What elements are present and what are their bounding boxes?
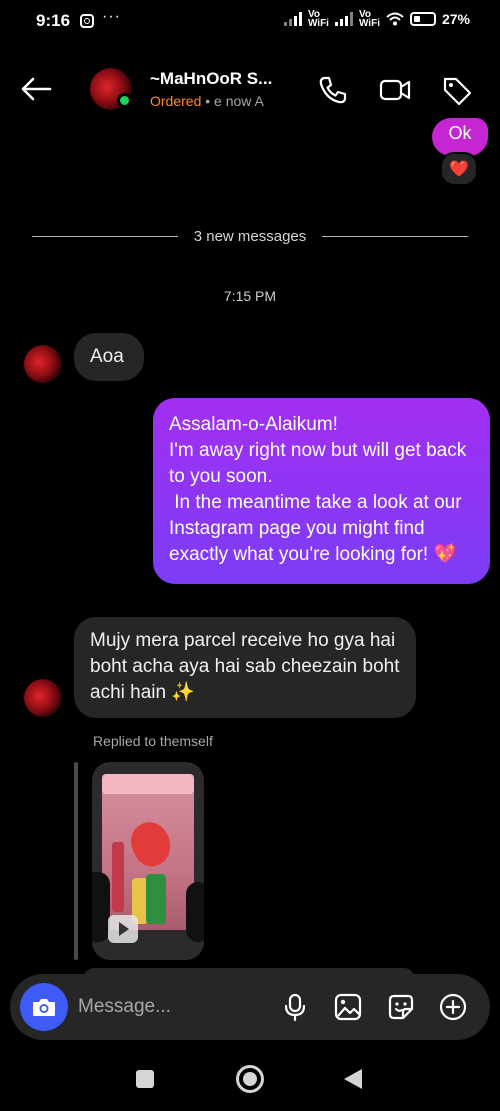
status-indicators: Vo WiFi Vo WiFi 27% <box>283 9 470 29</box>
add-plus-icon[interactable] <box>438 992 468 1022</box>
replied-to-label: Replied to themself <box>93 733 213 749</box>
system-navigation-bar <box>0 1050 500 1111</box>
recent-apps-button[interactable] <box>136 1070 154 1088</box>
thumbnail-tube <box>146 874 166 924</box>
received-message-bubble[interactable]: Aoa <box>74 333 144 381</box>
play-video-icon[interactable] <box>108 915 138 943</box>
chat-header: ~MaHnOoR S... Ordered • e now A <box>0 50 500 130</box>
home-button[interactable] <box>236 1065 264 1093</box>
contact-name[interactable]: ~MaHnOoR S... <box>150 69 272 89</box>
new-messages-label: 3 new messages <box>193 227 307 245</box>
vowifi-label: Vo WiFi <box>358 9 380 29</box>
contact-status: Ordered • e now A <box>150 93 264 109</box>
signal-icon <box>283 12 302 26</box>
active-status: • e now A <box>201 93 264 109</box>
heart-reaction[interactable]: ❤️ <box>440 152 478 186</box>
back-arrow-icon[interactable] <box>18 74 54 104</box>
reply-indicator-bar <box>74 762 78 960</box>
camera-icon <box>33 999 55 1016</box>
sender-avatar[interactable] <box>24 679 62 717</box>
gallery-icon[interactable] <box>333 992 363 1022</box>
battery-icon <box>409 12 436 26</box>
ordered-label: Ordered <box>150 93 202 109</box>
online-status-dot <box>117 93 132 108</box>
thumbnail-pouch-top <box>102 774 194 794</box>
system-back-button[interactable] <box>344 1069 362 1089</box>
sticker-icon[interactable] <box>386 992 416 1022</box>
video-call-icon[interactable] <box>378 74 412 106</box>
status-time: 9:16 <box>36 11 71 30</box>
auto-reply-message-bubble[interactable]: Assalam-o-Alaikum! I'm away right now bu… <box>153 398 490 584</box>
sent-message-bubble[interactable]: Ok <box>432 118 488 156</box>
status-bar: 9:16 ··· Vo WiFi Vo WiFi 27% <box>0 0 500 46</box>
vowifi-label: Vo WiFi <box>307 9 329 29</box>
sender-avatar[interactable] <box>24 345 62 383</box>
divider-line <box>32 235 178 237</box>
signal-icon <box>334 12 353 26</box>
instagram-notification-icon <box>80 14 94 28</box>
more-notifications-icon: ··· <box>102 8 121 25</box>
new-messages-divider: 3 new messages <box>32 226 468 246</box>
thumbnail-lipstick <box>112 842 124 912</box>
battery-percent: 27% <box>441 11 470 27</box>
tag-icon[interactable] <box>440 74 474 106</box>
phone-call-icon[interactable] <box>316 74 350 106</box>
divider-line <box>322 235 468 237</box>
wifi-icon <box>386 12 404 26</box>
video-reply-thumbnail[interactable] <box>92 762 204 960</box>
message-input[interactable] <box>78 994 258 1020</box>
thumbnail-hand <box>186 882 204 942</box>
message-timestamp: 7:15 PM <box>223 288 277 304</box>
received-message-bubble[interactable]: Mujy mera parcel receive ho gya hai boht… <box>74 617 416 718</box>
message-composer <box>10 974 490 1040</box>
camera-button[interactable] <box>20 983 68 1031</box>
microphone-icon[interactable] <box>280 992 310 1022</box>
